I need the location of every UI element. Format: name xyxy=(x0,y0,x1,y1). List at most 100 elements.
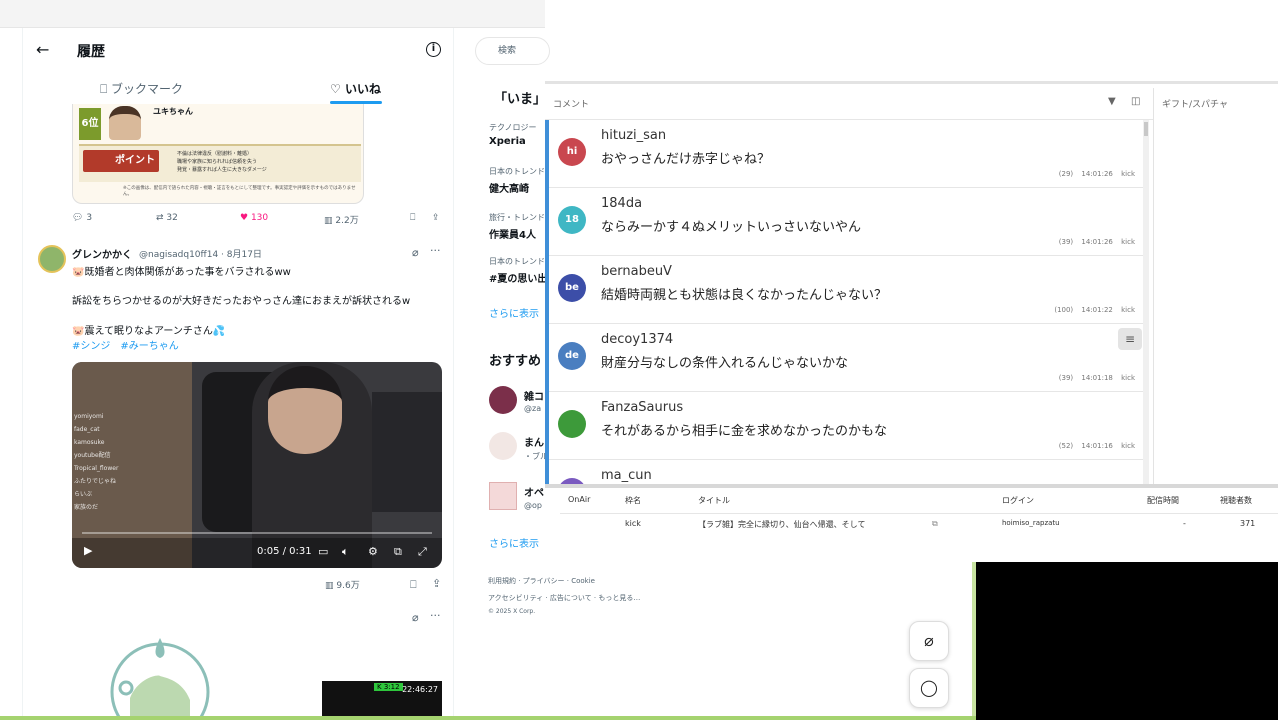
share-icon[interactable]: ⇪ xyxy=(432,213,440,223)
table-cell-login[interactable]: hoimiso_rapzatu xyxy=(1002,519,1060,527)
share-icon[interactable]: ⇪ xyxy=(432,577,441,590)
play-icon[interactable]: ▶ xyxy=(84,544,92,557)
comment-menu-button[interactable]: ≡ xyxy=(1118,328,1142,350)
character-portrait xyxy=(109,106,141,140)
grok-icon[interactable]: ⌀ xyxy=(412,611,419,624)
comment-row[interactable]: FanzaSaurus それがあるから相手に金を求めなかったのかもな (52) … xyxy=(549,392,1143,460)
table-cell-viewers: 371 xyxy=(1240,519,1256,528)
captions-icon[interactable]: ▭ xyxy=(318,545,328,558)
ranking-card-image[interactable]: 6位 ユキちゃん ポイント 不倫は法律違反（慰謝料・離婚） 職場や家族に知られれ… xyxy=(72,104,364,204)
column-header[interactable]: 配信時間 xyxy=(1147,495,1179,506)
more-options-icon[interactable]: ··· xyxy=(430,244,441,257)
messages-float-button[interactable]: ◯ xyxy=(909,668,949,708)
rank-badge: 6位 xyxy=(79,108,101,140)
comment-row[interactable]: be bernabeuV 結婚時両親とも状態は良くなかったんじゃない？ (100… xyxy=(549,256,1143,324)
trends-show-more-link[interactable]: さらに表示 xyxy=(489,305,539,320)
comment-row[interactable]: de decoy1374 財産分与なしの条件入れるんじゃないかな (39) 14… xyxy=(549,324,1143,392)
mini-video-time: 22:46:27 xyxy=(402,685,438,694)
views-chart-icon: ▥ xyxy=(325,581,334,591)
search-input[interactable]: 検索 xyxy=(475,37,550,65)
scrollbar-thumb[interactable] xyxy=(1144,122,1148,136)
trend-item[interactable]: 作業員4人 xyxy=(489,226,536,241)
comment-username: FanzaSaurus xyxy=(601,400,684,415)
recommend-show-more-link[interactable]: さらに表示 xyxy=(489,535,539,550)
post-text-line2: 訴訟をちらつかせるのが大好きだったおやっさん達におまえが訴状されるw xyxy=(72,296,411,307)
post2-views[interactable]: ▥ 9.6万 xyxy=(325,578,360,591)
comment-row[interactable]: ma_cun xyxy=(549,460,1143,484)
recommend-user-name[interactable]: オペ xyxy=(524,484,544,499)
tab-likes[interactable]: ♡ いいね xyxy=(330,80,381,97)
comment-username: hituzi_san xyxy=(601,128,667,143)
comment-text: おやっさんだけ赤字じゃね？ xyxy=(601,152,771,167)
grok-float-button[interactable]: ⌀ xyxy=(909,621,949,661)
reply-button[interactable]: 💬︎ 3 xyxy=(72,213,92,223)
filter-icon[interactable]: ▼ xyxy=(1108,96,1116,107)
copy-icon[interactable]: ⧉ xyxy=(932,519,938,529)
trend-item[interactable]: 健大高崎 xyxy=(489,180,529,195)
author-name[interactable]: グレンかかく xyxy=(72,246,132,261)
point-badge: ポイント xyxy=(83,150,159,172)
trend-item[interactable]: Xperia xyxy=(489,136,526,147)
video-time: 0:05 / 0:31 xyxy=(257,546,312,557)
info-icon[interactable]: i xyxy=(426,42,441,57)
footer-links-row2[interactable]: アクセシビリティ · 広告について · もっと見る… xyxy=(488,593,640,603)
comment-row[interactable]: hi hituzi_san おやっさんだけ赤字じゃね？ (29) 14:01:2… xyxy=(549,120,1143,188)
comment-meta: (52) 14:01:16 kick xyxy=(1058,442,1135,450)
video-player[interactable]: yomiyomi fade_cat kamosuke youtube配信 Tro… xyxy=(72,362,442,568)
table-cell-title[interactable]: 【ラブ雑】完全に縁切り、仙台へ帰還、そして xyxy=(698,519,865,530)
hashtags[interactable]: #シンジ #みーちゃん xyxy=(72,337,179,352)
avatar[interactable] xyxy=(489,386,517,414)
table-cell-platform[interactable]: kick xyxy=(625,519,641,528)
grok-icon[interactable]: ⌀ xyxy=(412,246,419,259)
bookmark-icon: ⎕ xyxy=(100,82,112,96)
gift-divider xyxy=(1153,88,1154,484)
video-chat-overlay: yomiyomi fade_cat kamosuke youtube配信 Tro… xyxy=(74,413,119,511)
settings-gear-icon[interactable]: ⚙ xyxy=(368,545,378,558)
column-header[interactable]: ログイン xyxy=(1002,495,1034,506)
post-text-line3: 🐷震えて眠りなよアーンチさん💦 xyxy=(72,326,226,337)
browser-top-strip xyxy=(0,0,545,28)
comment-meta: (100) 14:01:22 kick xyxy=(1054,306,1135,314)
avatar[interactable] xyxy=(38,245,66,273)
fullscreen-icon[interactable]: ⤢ xyxy=(418,545,427,559)
point-lines: 不倫は法律違反（慰謝料・離婚） 職場や家族に知られれば信頼を失う 発覚・暴露すれ… xyxy=(177,151,267,173)
trend-category: 旅行・トレンド xyxy=(489,213,545,222)
column-header[interactable]: タイトル xyxy=(698,495,730,506)
comment-header xyxy=(545,92,1153,120)
card-footnote: ※この画像は、配信内で語られた内容・視聴・証言をもとにして整理です。事実認定や評… xyxy=(123,186,356,197)
tab-bookmarks[interactable]: ⎕ ブックマーク xyxy=(100,80,183,97)
like-button[interactable]: ♥ 130 xyxy=(240,213,268,223)
column-header[interactable]: 視聴者数 xyxy=(1220,495,1252,506)
stream-table xyxy=(545,484,1278,536)
copyright: © 2025 X Corp. xyxy=(488,608,536,615)
comment-text: 結婚時両親とも状態は良くなかったんじゃない？ xyxy=(601,288,888,303)
recommend-user-name[interactable]: 雑コ xyxy=(524,388,544,403)
trends-heading: 「いま」 xyxy=(494,92,547,107)
comment-row[interactable]: 18 184da ならみーかす４ぬメリットいっさいないやん (39) 14:01… xyxy=(549,188,1143,256)
character-name: ユキちゃん xyxy=(153,107,193,116)
bookmark-action-icon[interactable]: ⎕ xyxy=(410,213,415,223)
comment-scrollbar[interactable] xyxy=(1143,120,1149,484)
trend-item[interactable]: #夏の思い出 xyxy=(489,270,547,285)
volume-icon[interactable]: 🔈︎ xyxy=(342,545,349,559)
retweet-button[interactable]: ⇄ 32 xyxy=(156,213,178,223)
video-progress-bar[interactable] xyxy=(82,532,432,534)
footer-links-row1[interactable]: 利用規約 · プライバシー · Cookie xyxy=(488,576,595,586)
mini-video-thumbnail[interactable]: K 3:12 22:46:27 xyxy=(322,681,442,717)
window-border xyxy=(0,716,976,720)
avatar[interactable] xyxy=(489,482,517,510)
column-header[interactable]: OnAir xyxy=(568,495,590,504)
author-handle[interactable]: @nagisadq10ff14 · 8月17日 xyxy=(139,247,262,260)
pip-icon[interactable]: ⧉ xyxy=(394,545,402,559)
columns-icon[interactable]: ◫ xyxy=(1131,96,1140,107)
column-header[interactable]: 枠名 xyxy=(625,495,641,506)
avatar[interactable] xyxy=(489,432,517,460)
back-arrow-icon[interactable]: ← xyxy=(36,40,49,59)
chat-bubble-icon: ◯ xyxy=(920,678,938,697)
page-title: 履歴 xyxy=(77,44,105,60)
comment-meta: (39) 14:01:18 kick xyxy=(1058,374,1135,382)
bookmark-action-icon[interactable]: ⎕ xyxy=(410,578,417,592)
more-options-icon[interactable]: ··· xyxy=(430,609,441,622)
views-button[interactable]: ▥ 2.2万 xyxy=(324,213,359,226)
recommend-user-name[interactable]: まん xyxy=(524,434,544,449)
